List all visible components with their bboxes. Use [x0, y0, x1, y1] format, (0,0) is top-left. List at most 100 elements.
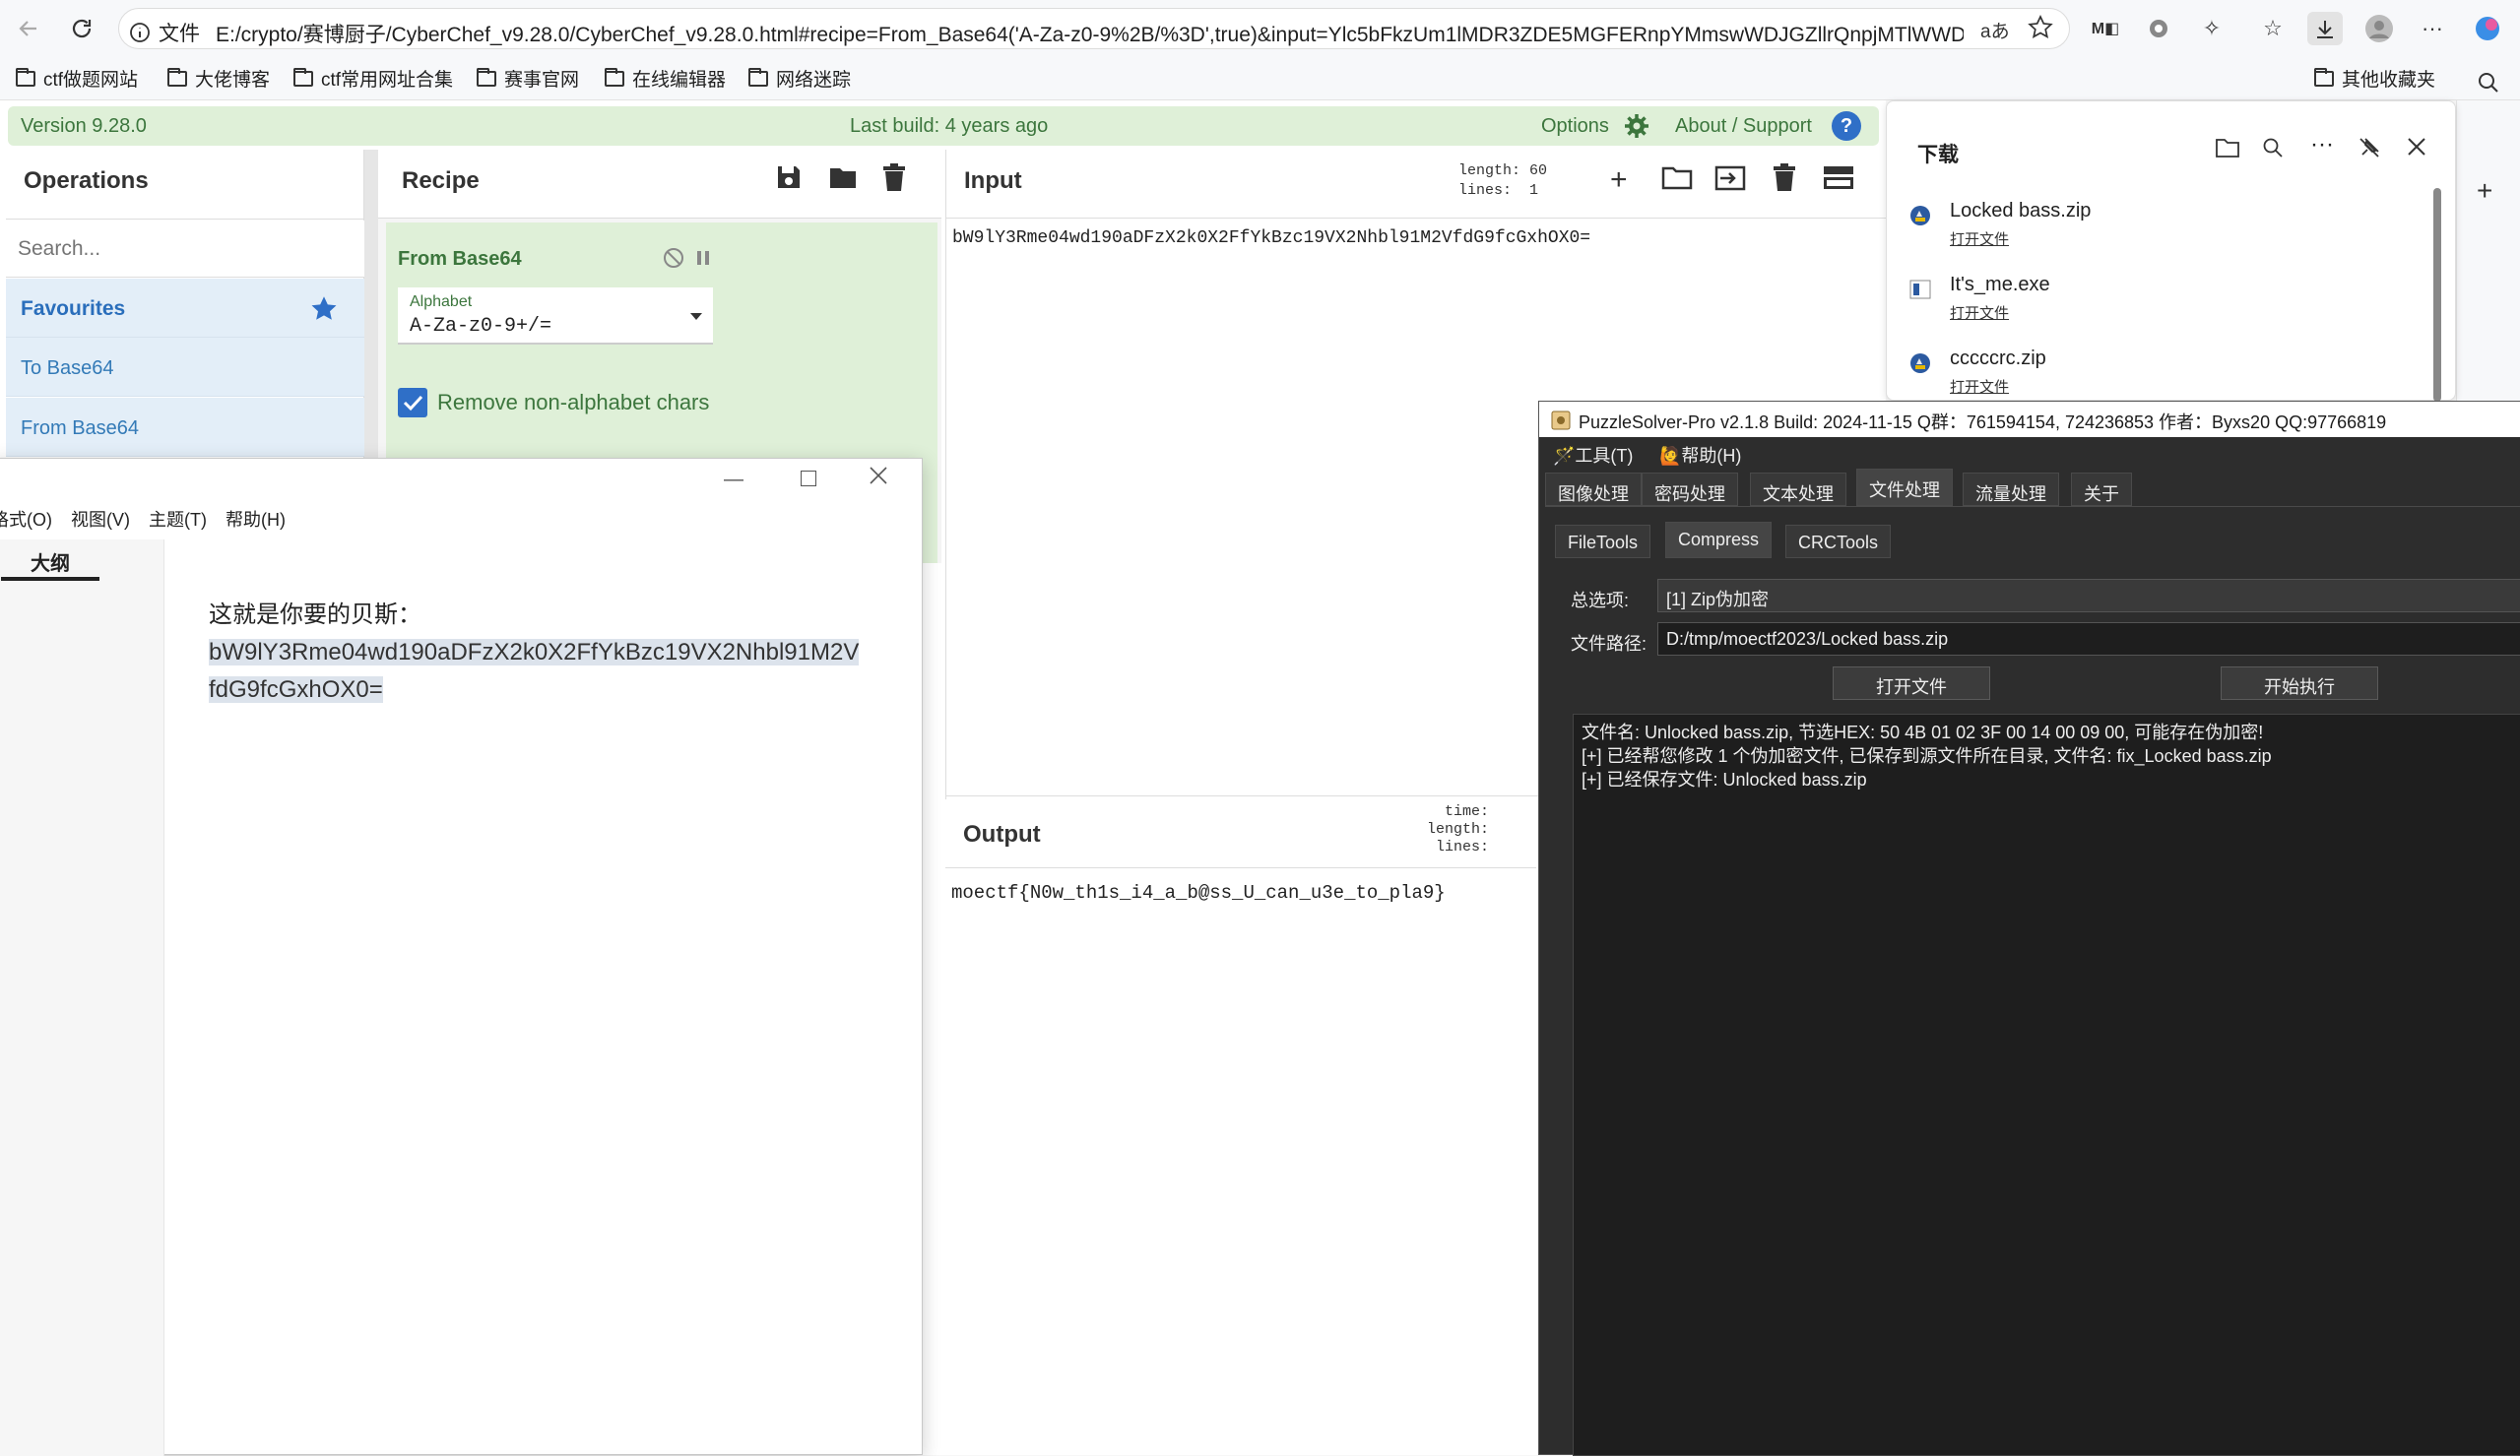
bookmark-folder[interactable]: ctf做题网站 [16, 65, 138, 92]
tab-crypto[interactable]: 密码处理 [1642, 473, 1738, 506]
help-icon[interactable]: ? [1832, 111, 1861, 141]
url-text[interactable]: E:/crypto/赛博厨子/CyberChef_v9.28.0/CyberCh… [216, 19, 1964, 48]
extension-icon[interactable]: M◧ [2088, 12, 2123, 45]
folder-icon [293, 67, 313, 87]
scrollbar[interactable] [2433, 188, 2441, 402]
output-text[interactable]: moectf{N0w_th1s_i4_a_b@ss_U_can_u3e_to_p… [951, 882, 1446, 904]
open-file-link[interactable]: 打开文件 [1950, 302, 2050, 323]
open-file-link[interactable]: 打开文件 [1950, 376, 2046, 397]
outline-tab[interactable]: 大纲 [1, 539, 99, 581]
run-button[interactable]: 开始执行 [2221, 666, 2378, 700]
menu-theme[interactable]: 主题(T) [149, 506, 207, 532]
favorites-icon[interactable]: ☆ [2255, 12, 2291, 45]
operation-to-base64[interactable]: To Base64 [6, 338, 364, 397]
downloads-icon[interactable] [2307, 12, 2343, 45]
open-file-link[interactable]: 打开文件 [1950, 228, 2091, 249]
path-label: 文件路径: [1571, 634, 1648, 654]
menu-format[interactable]: 格式(O) [0, 506, 52, 532]
bookmark-folder[interactable]: 网络迷踪 [748, 65, 851, 92]
read-aloud-icon[interactable]: aあ [1980, 17, 2010, 43]
menubar: 🪄工具(T) 🙋帮助(H) [1539, 437, 2520, 469]
site-info[interactable]: 文件 [129, 18, 200, 47]
options-link[interactable]: Options [1541, 115, 1609, 138]
layout-icon[interactable] [1823, 165, 1854, 191]
download-item[interactable]: It's_me.exe 打开文件 [1908, 274, 2050, 323]
notes-content[interactable]: 这就是你要的贝斯： bW9lY3Rme04wd190aDFzX2k0X2FfYk… [209, 597, 869, 709]
bookmark-folder[interactable]: 赛事官网 [477, 65, 579, 92]
menu-tools[interactable]: 🪄工具(T) [1553, 442, 1633, 468]
log-line: [+] 已经保存文件: Unlocked bass.zip [1582, 770, 1867, 790]
download-item[interactable]: Locked bass.zip 打开文件 [1908, 200, 2091, 249]
address-bar[interactable]: 文件 E:/crypto/赛博厨子/CyberChef_v9.28.0/Cybe… [118, 8, 2070, 49]
more-options-icon[interactable]: ··· [2310, 131, 2334, 158]
open-file-button[interactable]: 打开文件 [1833, 666, 1990, 700]
close-button[interactable] [868, 465, 889, 486]
clear-input-trash-icon[interactable] [1772, 163, 1797, 191]
favourites-category[interactable]: Favourites [6, 279, 364, 338]
file-path-input[interactable]: D:/tmp/moectf2023/Locked bass.zip [1657, 622, 2520, 656]
disable-icon[interactable] [662, 246, 685, 270]
downloads-title: 下载 [1917, 144, 1959, 166]
unpin-icon[interactable] [2358, 136, 2381, 159]
minimize-button[interactable]: — [724, 469, 743, 491]
option-label: 总选项: [1571, 591, 1630, 610]
pause-icon[interactable] [695, 250, 711, 266]
maximize-button[interactable] [801, 471, 816, 486]
back-button[interactable] [12, 12, 45, 45]
add-tab-icon[interactable]: + [1610, 163, 1628, 197]
checkbox-checked-icon [398, 388, 427, 417]
bookmark-folder[interactable]: 大佬博客 [167, 65, 270, 92]
remove-nonalphabet-checkbox[interactable]: Remove non-alphabet chars [398, 388, 709, 417]
subtab-crctools[interactable]: CRCTools [1785, 525, 1892, 558]
menu-view[interactable]: 视图(V) [71, 506, 130, 532]
selected-base64-text[interactable]: bW9lY3Rme04wd190aDFzX2k0X2FfYkBzc19VX2Nh… [209, 639, 860, 703]
output-stats: time: length: lines: [1426, 803, 1489, 855]
about-link[interactable]: About / Support [1675, 115, 1812, 138]
puzzle-extensions-icon[interactable]: ✧ [2194, 12, 2229, 45]
subtab-compress[interactable]: Compress [1665, 522, 1773, 558]
tab-file[interactable]: 文件处理 [1856, 469, 1953, 506]
bookmark-folder[interactable]: ctf常用网址合集 [293, 65, 453, 92]
log-line: 文件名: Unlocked bass.zip, 节选HEX: 50 4B 01 … [1582, 723, 2264, 742]
file-label: 文件 [159, 23, 200, 45]
folder-icon [167, 67, 187, 87]
tab-image[interactable]: 图像处理 [1545, 473, 1642, 506]
more-menu-icon[interactable]: ··· [2415, 12, 2450, 45]
bookmark-folder[interactable]: 在线编辑器 [605, 65, 726, 92]
operation-from-base64[interactable]: From Base64 [6, 398, 364, 457]
tab-text[interactable]: 文本处理 [1750, 473, 1846, 506]
copilot-icon[interactable] [2470, 12, 2505, 45]
tab-traffic[interactable]: 流量处理 [1963, 473, 2059, 506]
menu-help[interactable]: 🙋帮助(H) [1659, 442, 1741, 468]
import-icon[interactable] [1714, 165, 1746, 191]
extension-circle-icon[interactable] [2141, 12, 2176, 45]
folder-icon [16, 67, 35, 87]
gear-icon[interactable] [1623, 112, 1650, 140]
outline-sidebar: 大纲 [0, 539, 164, 1456]
open-folder-icon[interactable] [1661, 165, 1693, 191]
favorite-star-icon[interactable] [2028, 15, 2053, 40]
search-icon[interactable] [2262, 137, 2284, 158]
subtab-filetools[interactable]: FileTools [1555, 525, 1651, 558]
reload-button[interactable] [65, 12, 98, 45]
search-icon[interactable] [2477, 71, 2500, 95]
alphabet-select[interactable]: Alphabet A-Za-z0-9+/= [398, 287, 713, 345]
folder-icon [477, 67, 496, 87]
other-bookmarks[interactable]: 其他收藏夹 [2314, 65, 2435, 92]
download-item[interactable]: cccccrc.zip 打开文件 [1908, 348, 2046, 397]
close-icon[interactable] [2406, 136, 2427, 158]
trash-icon[interactable] [881, 163, 907, 191]
input-text[interactable]: bW9lY3Rme04wd190aDFzX2k0X2FfYkBzc19VX2Nh… [952, 228, 1590, 248]
folder-open-icon[interactable] [828, 163, 858, 191]
tab-about[interactable]: 关于 [2071, 473, 2132, 506]
zip-file-icon [1910, 206, 1930, 225]
save-icon[interactable] [775, 163, 803, 191]
add-icon[interactable]: + [2477, 175, 2492, 207]
profile-avatar-icon[interactable] [2361, 12, 2397, 45]
option-select[interactable]: [1] Zip伪加密 [1657, 579, 2520, 612]
menu-help[interactable]: 帮助(H) [226, 506, 286, 532]
operations-search-input[interactable] [6, 221, 364, 278]
open-folder-icon[interactable] [2215, 137, 2240, 158]
arrow-left-icon [19, 21, 36, 36]
output-log[interactable]: 文件名: Unlocked bass.zip, 节选HEX: 50 4B 01 … [1573, 714, 2520, 1456]
